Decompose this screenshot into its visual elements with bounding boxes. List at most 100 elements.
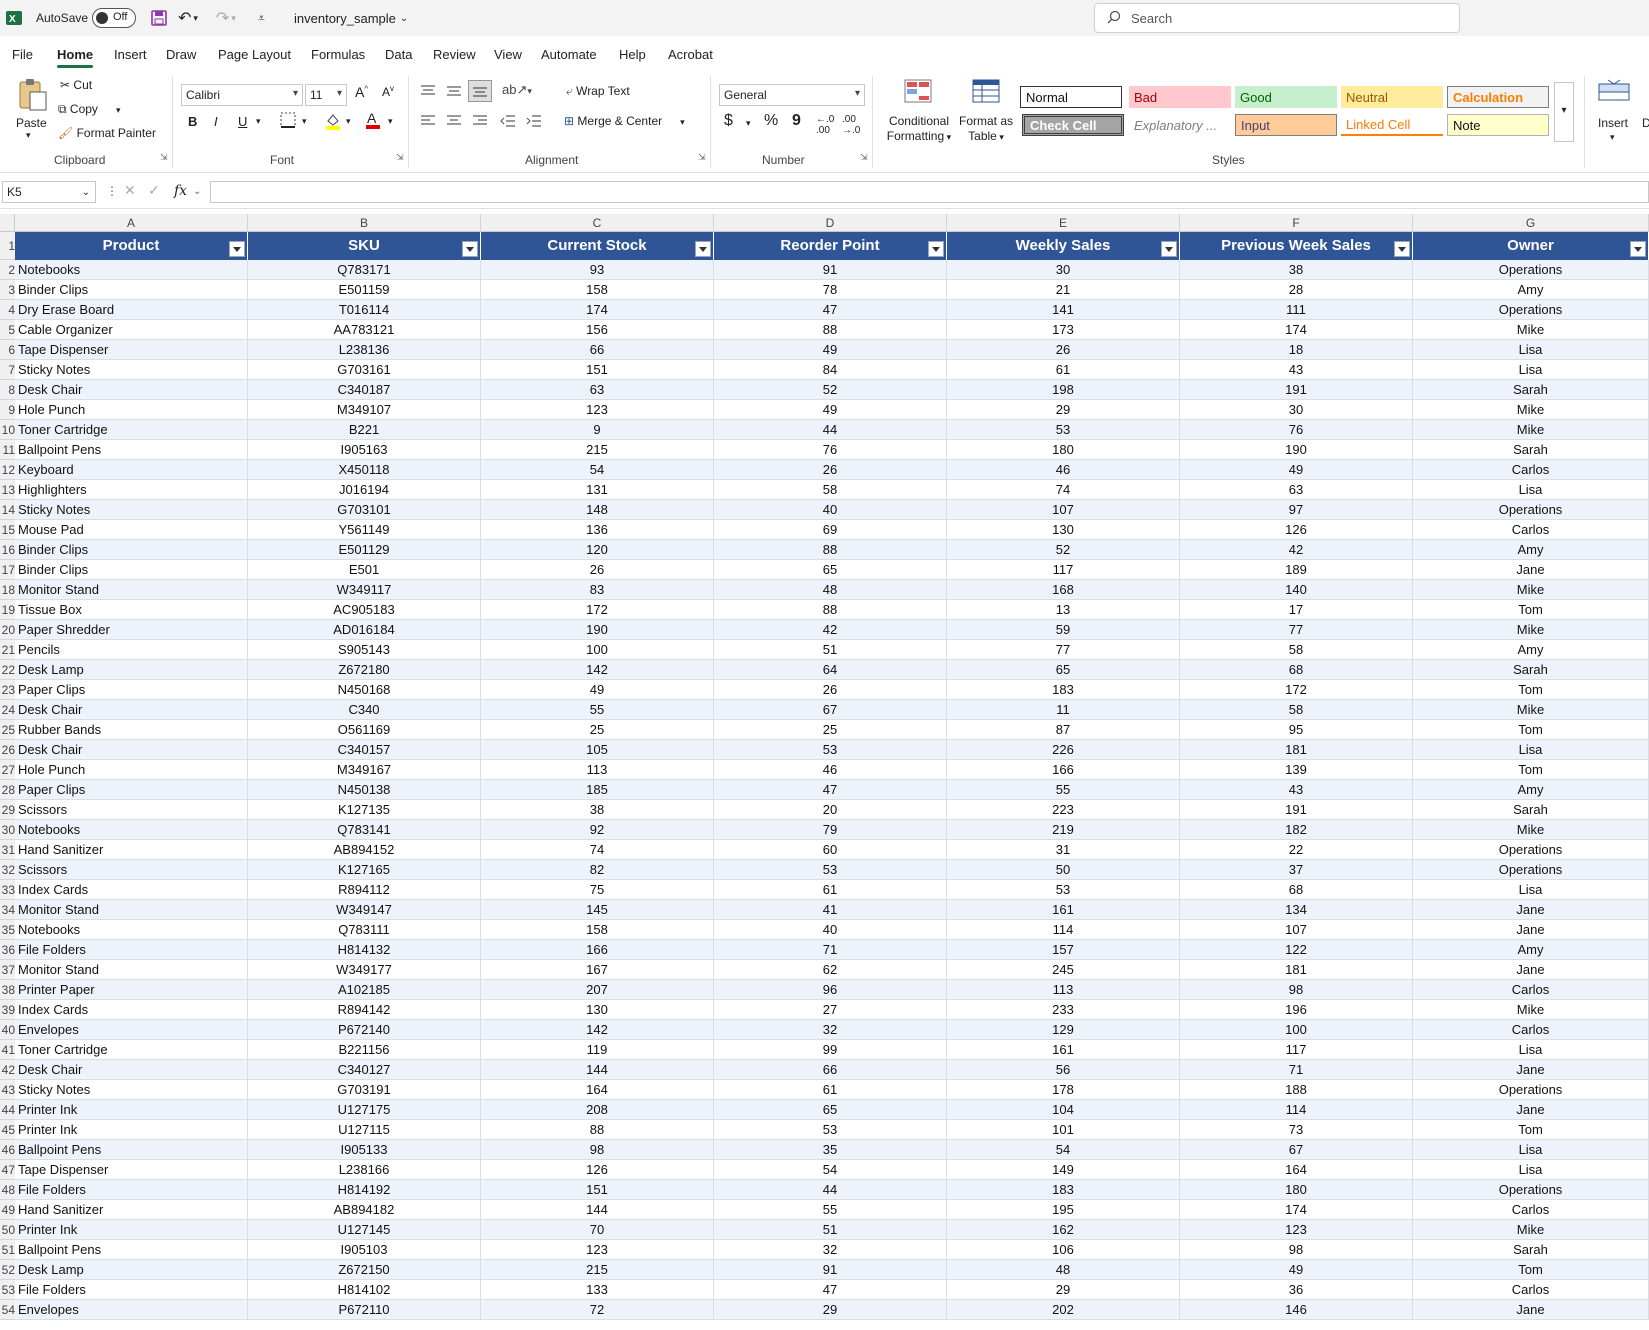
row-header[interactable]: 31 bbox=[0, 840, 15, 860]
cell-previous-week-sales[interactable]: 140 bbox=[1180, 580, 1413, 600]
cell-current-stock[interactable]: 167 bbox=[481, 960, 714, 980]
cell-product[interactable]: Keyboard bbox=[15, 460, 248, 480]
conditional-formatting-button[interactable]: Conditional Formatting ▾ bbox=[884, 114, 954, 143]
cell-product[interactable]: Monitor Stand bbox=[15, 900, 248, 920]
cell-previous-week-sales[interactable]: 97 bbox=[1180, 500, 1413, 520]
cell-owner[interactable]: Mike bbox=[1413, 620, 1649, 640]
row-header[interactable]: 25 bbox=[0, 720, 15, 740]
cell-sku[interactable]: X450118 bbox=[248, 460, 481, 480]
cell-reorder-point[interactable]: 29 bbox=[714, 1300, 947, 1320]
percent-button[interactable]: % bbox=[764, 112, 778, 130]
cell-sku[interactable]: AB894152 bbox=[248, 840, 481, 860]
delete-cells-label[interactable]: D bbox=[1642, 116, 1649, 130]
row-header[interactable]: 26 bbox=[0, 740, 15, 760]
row-header[interactable]: 52 bbox=[0, 1260, 15, 1280]
row-header[interactable]: 51 bbox=[0, 1240, 15, 1260]
cell-weekly-sales[interactable]: 180 bbox=[947, 440, 1180, 460]
column-header-d[interactable]: D bbox=[714, 214, 947, 232]
row-header[interactable]: 21 bbox=[0, 640, 15, 660]
row-header[interactable]: 53 bbox=[0, 1280, 15, 1300]
cell-sku[interactable]: E501129 bbox=[248, 540, 481, 560]
cell-current-stock[interactable]: 156 bbox=[481, 320, 714, 340]
cell-previous-week-sales[interactable]: 68 bbox=[1180, 660, 1413, 680]
cell-current-stock[interactable]: 72 bbox=[481, 1300, 714, 1320]
cell-reorder-point[interactable]: 88 bbox=[714, 320, 947, 340]
filter-dropdown-icon[interactable] bbox=[1394, 241, 1410, 257]
cell-current-stock[interactable]: 174 bbox=[481, 300, 714, 320]
cell-sku[interactable]: Q783141 bbox=[248, 820, 481, 840]
fill-color-icon[interactable] bbox=[324, 112, 342, 133]
insert-function-button[interactable]: fx bbox=[174, 183, 187, 199]
cell-weekly-sales[interactable]: 130 bbox=[947, 520, 1180, 540]
tab-file[interactable]: File bbox=[12, 47, 33, 62]
cell-owner[interactable]: Jane bbox=[1413, 900, 1649, 920]
cell-previous-week-sales[interactable]: 174 bbox=[1180, 1200, 1413, 1220]
cell-reorder-point[interactable]: 88 bbox=[714, 540, 947, 560]
styles-more-icon[interactable]: ▾ bbox=[1554, 82, 1574, 142]
insert-cells-label[interactable]: Insert bbox=[1598, 116, 1628, 130]
row-header[interactable]: 32 bbox=[0, 860, 15, 880]
row-header[interactable]: 46 bbox=[0, 1140, 15, 1160]
cell-sku[interactable]: M349107 bbox=[248, 400, 481, 420]
decrease-indent-icon[interactable] bbox=[500, 114, 516, 131]
cell-current-stock[interactable]: 151 bbox=[481, 1180, 714, 1200]
cell-previous-week-sales[interactable]: 174 bbox=[1180, 320, 1413, 340]
cell-weekly-sales[interactable]: 202 bbox=[947, 1300, 1180, 1320]
cell-weekly-sales[interactable]: 31 bbox=[947, 840, 1180, 860]
cell-current-stock[interactable]: 207 bbox=[481, 980, 714, 1000]
orientation-icon[interactable]: ab↗▾ bbox=[502, 82, 532, 98]
cell-reorder-point[interactable]: 42 bbox=[714, 620, 947, 640]
cell-owner[interactable]: Amy bbox=[1413, 640, 1649, 660]
cell-owner[interactable]: Mike bbox=[1413, 1220, 1649, 1240]
header-previous-week-sales[interactable]: Previous Week Sales bbox=[1180, 232, 1413, 260]
cell-current-stock[interactable]: 105 bbox=[481, 740, 714, 760]
cell-sku[interactable]: B221156 bbox=[248, 1040, 481, 1060]
cell-previous-week-sales[interactable]: 196 bbox=[1180, 1000, 1413, 1020]
cell-weekly-sales[interactable]: 29 bbox=[947, 1280, 1180, 1300]
row-header[interactable]: 12 bbox=[0, 460, 15, 480]
filter-dropdown-icon[interactable] bbox=[928, 241, 944, 257]
cell-sku[interactable]: T016114 bbox=[248, 300, 481, 320]
cell-previous-week-sales[interactable]: 191 bbox=[1180, 800, 1413, 820]
cell-product[interactable]: Desk Lamp bbox=[15, 1260, 248, 1280]
underline-button[interactable]: U bbox=[238, 114, 247, 129]
cell-current-stock[interactable]: 158 bbox=[481, 280, 714, 300]
cell-current-stock[interactable]: 215 bbox=[481, 1260, 714, 1280]
cell-product[interactable]: Binder Clips bbox=[15, 540, 248, 560]
cell-weekly-sales[interactable]: 55 bbox=[947, 780, 1180, 800]
cell-owner[interactable]: Carlos bbox=[1413, 1020, 1649, 1040]
enter-icon[interactable]: ✓ bbox=[148, 182, 160, 199]
cell-sku[interactable]: U127145 bbox=[248, 1220, 481, 1240]
paste-chevron-icon[interactable]: ▾ bbox=[26, 130, 31, 141]
cell-product[interactable]: Toner Cartridge bbox=[15, 420, 248, 440]
cell-owner[interactable]: Jane bbox=[1413, 920, 1649, 940]
row-header[interactable]: 22 bbox=[0, 660, 15, 680]
cell-current-stock[interactable]: 38 bbox=[481, 800, 714, 820]
cell-reorder-point[interactable]: 32 bbox=[714, 1020, 947, 1040]
cell-weekly-sales[interactable]: 53 bbox=[947, 880, 1180, 900]
tab-review[interactable]: Review bbox=[433, 47, 476, 62]
file-name-dropdown[interactable]: inventory_sample ⌄ bbox=[294, 0, 408, 36]
cell-weekly-sales[interactable]: 77 bbox=[947, 640, 1180, 660]
cell-previous-week-sales[interactable]: 36 bbox=[1180, 1280, 1413, 1300]
cell-owner[interactable]: Lisa bbox=[1413, 340, 1649, 360]
cell-owner[interactable]: Sarah bbox=[1413, 440, 1649, 460]
cell-owner[interactable]: Operations bbox=[1413, 300, 1649, 320]
tab-help[interactable]: Help bbox=[619, 47, 646, 62]
cell-owner[interactable]: Operations bbox=[1413, 840, 1649, 860]
cell-current-stock[interactable]: 208 bbox=[481, 1100, 714, 1120]
cell-current-stock[interactable]: 49 bbox=[481, 680, 714, 700]
cell-previous-week-sales[interactable]: 43 bbox=[1180, 780, 1413, 800]
cell-previous-week-sales[interactable]: 18 bbox=[1180, 340, 1413, 360]
cell-sku[interactable]: O561169 bbox=[248, 720, 481, 740]
cell-previous-week-sales[interactable]: 37 bbox=[1180, 860, 1413, 880]
alignment-launcher-icon[interactable]: ⇲ bbox=[698, 152, 706, 163]
tab-data[interactable]: Data bbox=[385, 47, 412, 62]
row-header[interactable]: 45 bbox=[0, 1120, 15, 1140]
cell-sku[interactable]: J016194 bbox=[248, 480, 481, 500]
merge-center-button[interactable]: ⊞ Merge & Center ▾ bbox=[564, 114, 685, 128]
cell-weekly-sales[interactable]: 183 bbox=[947, 1180, 1180, 1200]
cell-previous-week-sales[interactable]: 146 bbox=[1180, 1300, 1413, 1320]
cell-reorder-point[interactable]: 88 bbox=[714, 600, 947, 620]
row-header[interactable]: 48 bbox=[0, 1180, 15, 1200]
